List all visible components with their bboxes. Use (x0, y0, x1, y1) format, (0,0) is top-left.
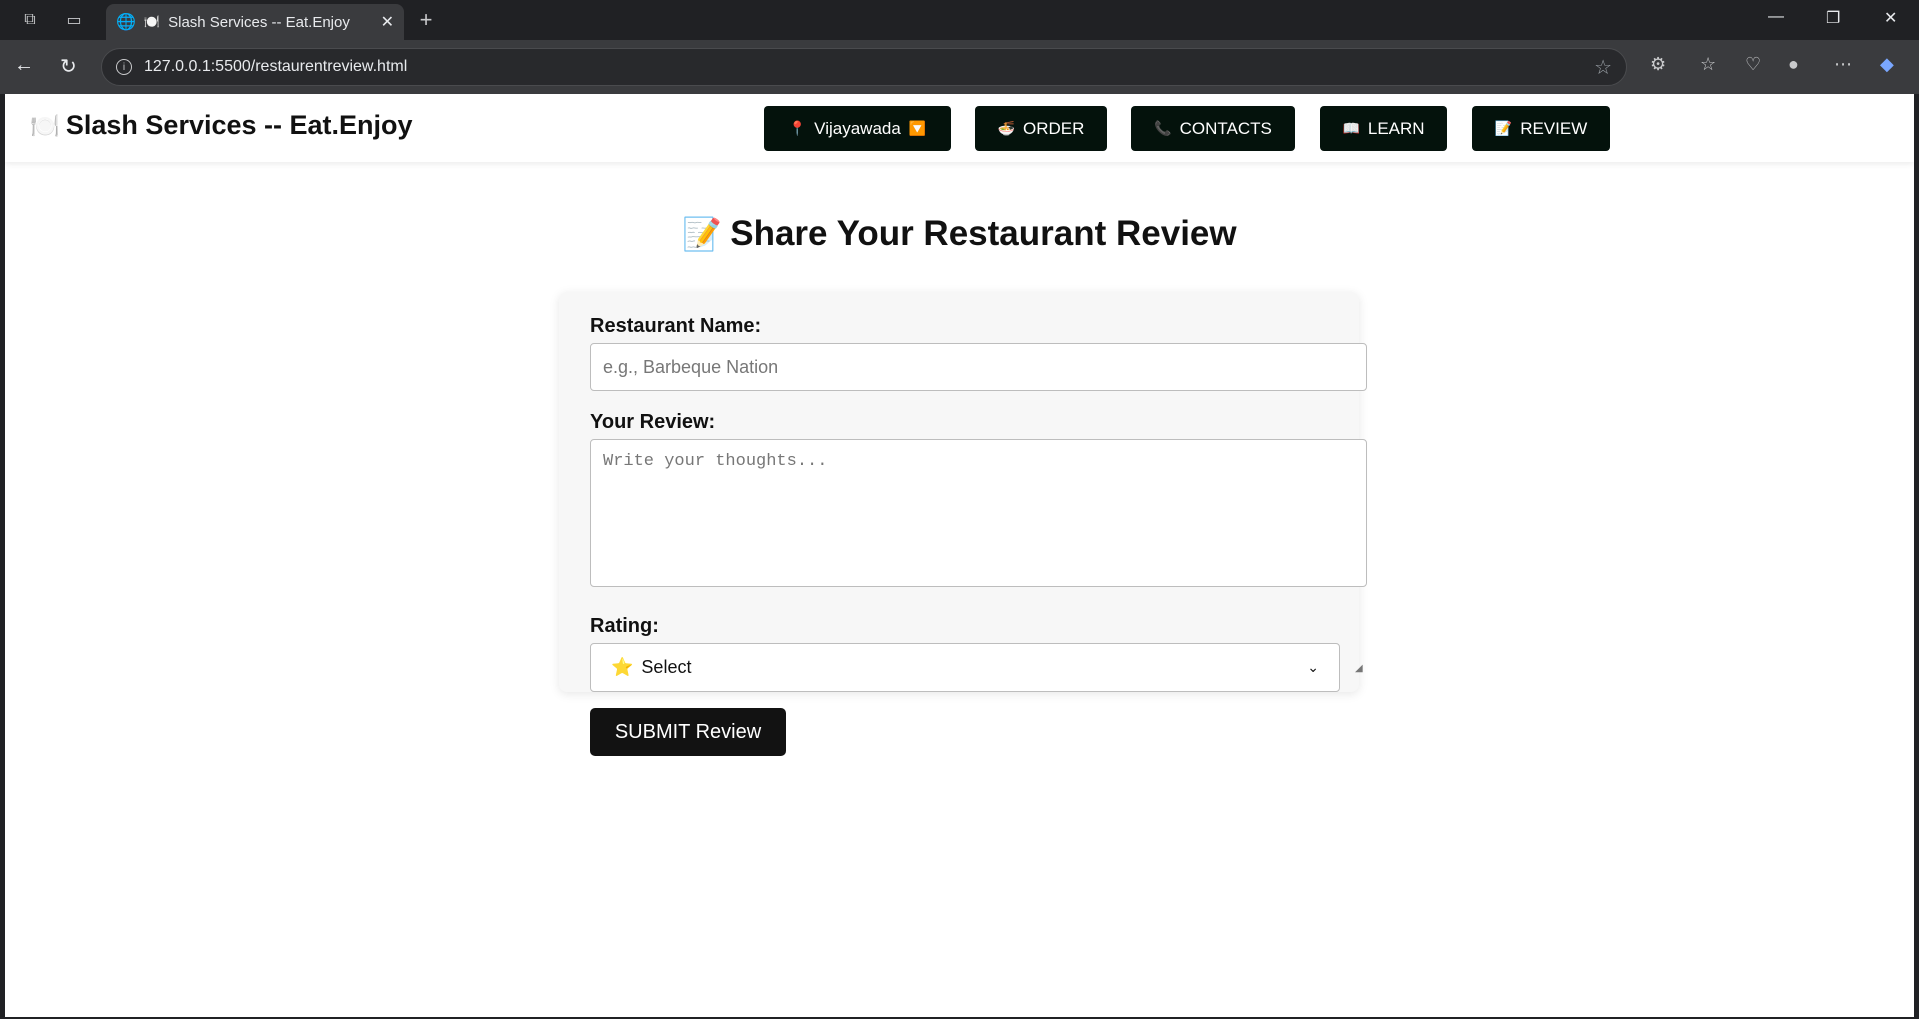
tab-title: Slash Services -- Eat.Enjoy (168, 13, 350, 31)
more-menu-icon[interactable]: ⋯ (1834, 54, 1852, 75)
star-icon: ⭐ (611, 657, 634, 677)
page-title: 📝 Share Your Restaurant Review (5, 214, 1914, 254)
review-textarea[interactable] (590, 439, 1367, 587)
learn-button[interactable]: 📖 LEARN (1320, 106, 1447, 151)
globe-icon: 🌐 (116, 14, 136, 31)
review-label: REVIEW (1520, 118, 1588, 138)
close-tab-icon[interactable]: ✕ (381, 12, 394, 32)
memo-icon: 📝 (1494, 120, 1513, 136)
reload-icon[interactable]: ↻ (60, 54, 77, 79)
profile-avatar-icon[interactable]: ● (1788, 54, 1799, 75)
contacts-label: CONTACTS (1179, 118, 1272, 138)
close-window-icon[interactable]: ✕ (1884, 8, 1897, 28)
site-brand[interactable]: 🍽️ Slash Services -- Eat.Enjoy (30, 110, 413, 141)
favorites-icon[interactable]: ☆ (1700, 54, 1716, 75)
new-tab-icon[interactable]: + (414, 7, 438, 32)
order-button[interactable]: 🍜 ORDER (975, 106, 1107, 151)
back-icon[interactable]: ← (14, 54, 34, 77)
site-info-icon[interactable]: i (116, 59, 132, 75)
book-icon: 📖 (1342, 120, 1360, 136)
location-button[interactable]: 📍 Vijayawada 🔽 (764, 106, 951, 151)
resize-grip-icon[interactable]: ◢ (1355, 664, 1365, 674)
dropdown-arrow-icon: 🔽 (908, 120, 927, 136)
browser-tab-bar: ⧉ ▭ 🌐 🍽️ Slash Services -- Eat.Enjoy ✕ +… (0, 0, 1919, 40)
vertical-tabs-icon[interactable]: ▭ (62, 8, 86, 32)
submit-review-button[interactable]: SUBMIT Review (590, 708, 786, 756)
rating-select[interactable]: ⭐ Select ⌄ (590, 643, 1340, 692)
favorite-star-icon[interactable]: ☆ (1594, 55, 1612, 80)
browser-tab[interactable]: 🌐 🍽️ Slash Services -- Eat.Enjoy ✕ (106, 4, 404, 40)
page-title-text: Share Your Restaurant Review (730, 214, 1237, 253)
contacts-button[interactable]: 📞 CONTACTS (1131, 106, 1295, 151)
tab-favicon: 🍽️ (143, 14, 161, 29)
phone-icon: 📞 (1154, 120, 1172, 136)
rating-label: Rating: (590, 615, 659, 637)
address-bar[interactable]: i 127.0.0.1:5500/restaurentreview.html ☆ (101, 48, 1627, 86)
review-form: Restaurant Name: Your Review: ◢ Rating: … (559, 292, 1367, 756)
order-label: ORDER (1023, 118, 1085, 138)
site-header: 🍽️ Slash Services -- Eat.Enjoy 📍 Vijayawa… (5, 94, 1914, 162)
review-label: Your Review: (590, 411, 716, 433)
address-toolbar: ← ↻ i 127.0.0.1:5500/restaurentreview.ht… (0, 40, 1919, 94)
rating-selected-value: Select (641, 657, 692, 677)
chevron-down-icon: ⌄ (1307, 659, 1319, 675)
restore-icon[interactable]: ❐ (1826, 8, 1840, 28)
minimize-icon[interactable]: — (1768, 8, 1784, 26)
memo-icon: 📝 (682, 216, 723, 252)
location-label: Vijayawada (814, 118, 901, 138)
noodles-icon: 🍜 (997, 120, 1016, 136)
plate-icon: 🍽️ (30, 113, 60, 140)
learn-label: LEARN (1367, 118, 1425, 138)
copilot-icon[interactable]: ◆ (1880, 54, 1894, 75)
workspaces-icon[interactable]: ⧉ (18, 8, 42, 32)
pin-icon: 📍 (788, 120, 807, 136)
restaurant-name-input[interactable] (590, 343, 1367, 391)
health-icon[interactable]: ♡ (1745, 54, 1761, 75)
review-button[interactable]: 📝 REVIEW (1472, 106, 1610, 151)
brand-text: Slash Services -- Eat.Enjoy (65, 110, 413, 140)
extensions-icon[interactable]: ⚙ (1650, 54, 1666, 75)
restaurant-name-label: Restaurant Name: (590, 315, 762, 337)
url-text[interactable]: 127.0.0.1:5500/restaurentreview.html (144, 58, 1582, 76)
page-viewport: 🍽️ Slash Services -- Eat.Enjoy 📍 Vijayawa… (5, 94, 1914, 1017)
